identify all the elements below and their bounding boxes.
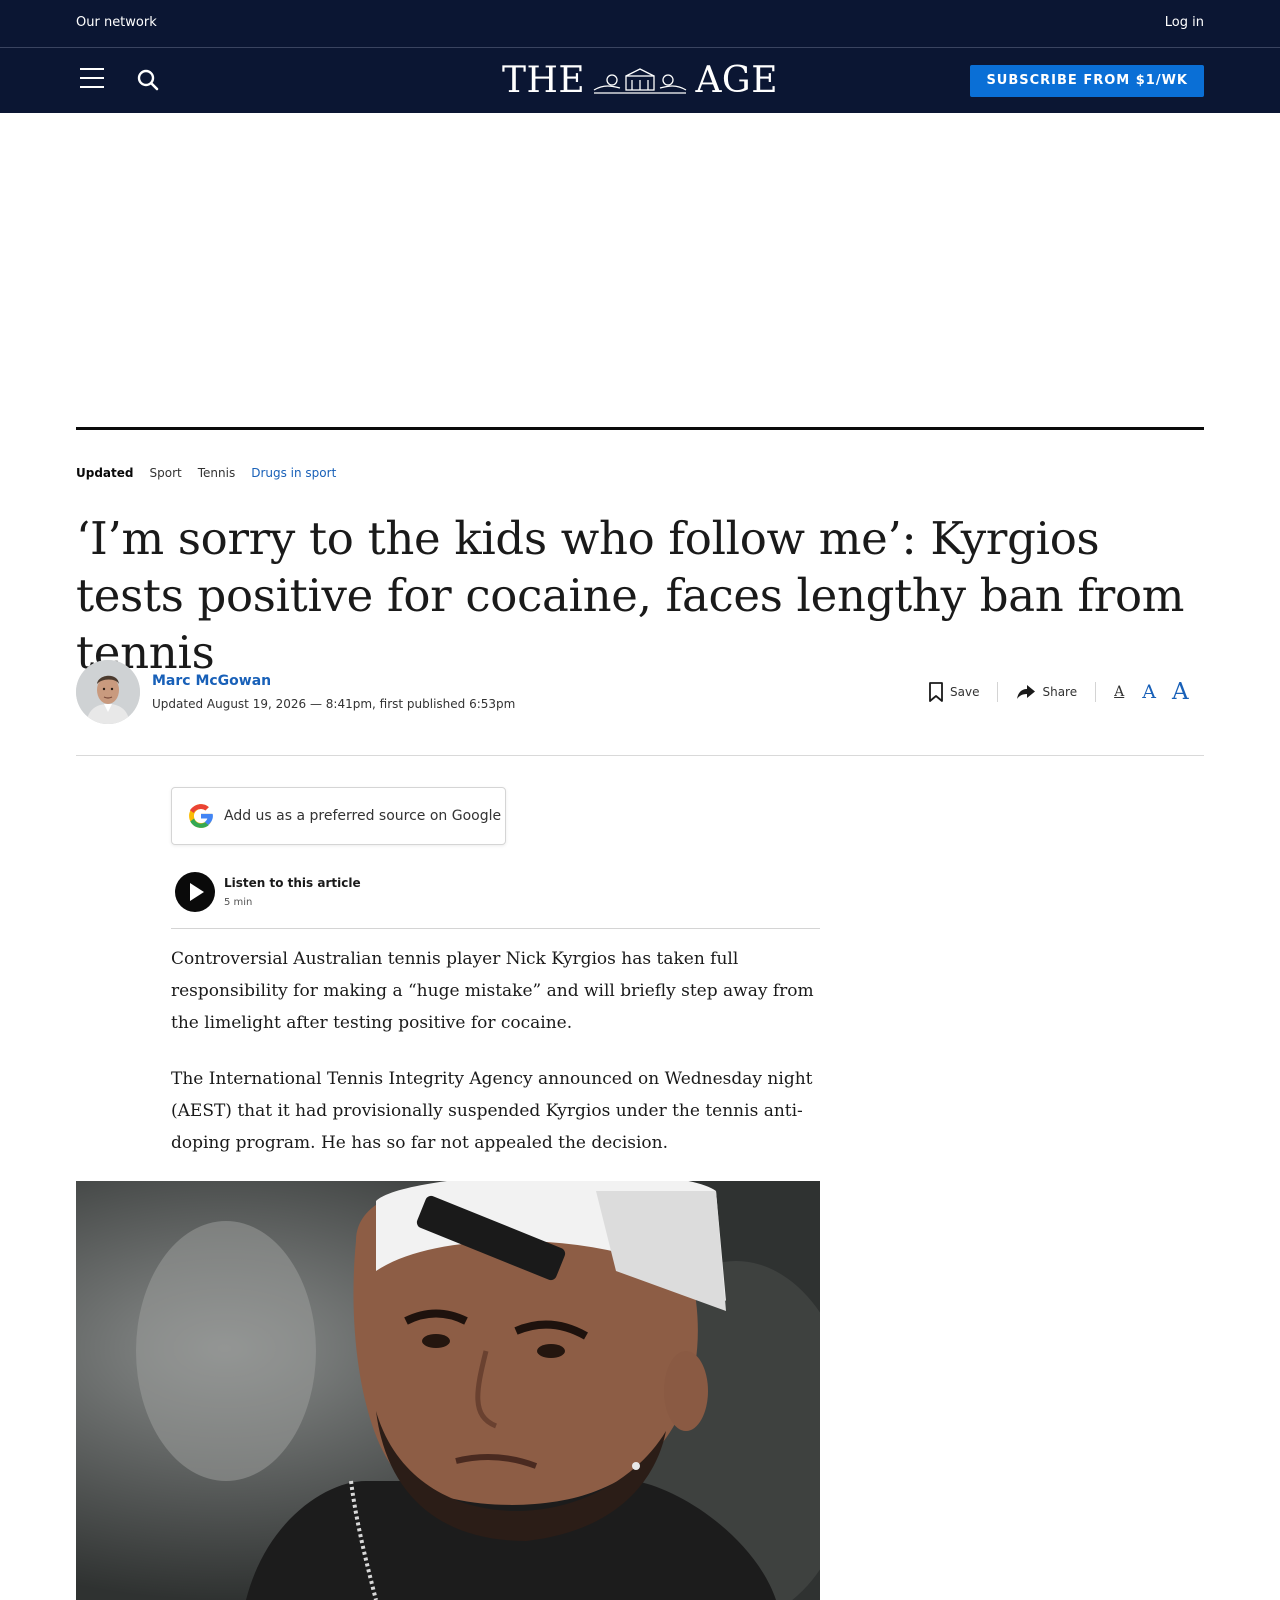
author-name[interactable]: Marc McGowan: [152, 673, 271, 689]
share-icon: [1017, 685, 1036, 699]
share-label: Share: [1042, 685, 1078, 699]
section-divider: [76, 427, 1204, 430]
breadcrumb-tennis[interactable]: Tennis: [198, 466, 235, 480]
breadcrumb: Updated Sport Tennis Drugs in sport: [76, 466, 336, 480]
search-icon[interactable]: [136, 68, 160, 92]
masthead: THE AGE SUBSCRIBE FROM $1/WK: [0, 48, 1280, 113]
menu-icon[interactable]: [80, 68, 104, 90]
tools-divider: [997, 682, 999, 702]
publish-timestamp: Updated August 19, 2026 — 8:41pm, first …: [152, 697, 516, 711]
breadcrumb-sport[interactable]: Sport: [150, 466, 182, 480]
crest-icon: [593, 68, 687, 94]
listen-label[interactable]: Listen to this article: [224, 876, 361, 890]
google-preferred-source-button[interactable]: Add us as a preferred source on Google: [171, 787, 506, 845]
logo-word-the: THE: [502, 60, 586, 101]
byline-divider: [76, 755, 1204, 756]
play-button[interactable]: [175, 872, 215, 912]
article-photo[interactable]: [76, 1181, 820, 1600]
share-button[interactable]: Share: [1016, 684, 1077, 700]
google-button-label: Add us as a preferred source on Google: [224, 808, 502, 824]
author-avatar[interactable]: [76, 660, 140, 724]
font-size-large[interactable]: A: [1172, 679, 1189, 705]
article-tools: Save Share A A A: [928, 679, 1189, 705]
google-g-icon: [189, 804, 213, 828]
breadcrumb-drugs-in-sport[interactable]: Drugs in sport: [251, 466, 336, 480]
audio-divider: [171, 928, 820, 929]
article-paragraph: Controversial Australian tennis player N…: [171, 949, 814, 1033]
article-headline: ‘I’m sorry to the kids who follow me’: K…: [76, 512, 1185, 679]
utility-bar: Our network Log in: [0, 0, 1280, 48]
audio-duration: 5 min: [224, 897, 253, 908]
article-paragraph: The International Tennis Integrity Agenc…: [171, 1069, 813, 1153]
font-size-medium[interactable]: A: [1142, 681, 1156, 703]
subscribe-button[interactable]: SUBSCRIBE FROM $1/WK: [970, 65, 1204, 97]
tools-divider: [1095, 682, 1097, 702]
bookmark-icon: [929, 682, 943, 702]
save-button[interactable]: Save: [928, 682, 979, 702]
save-label: Save: [950, 685, 980, 699]
site-logo[interactable]: THE AGE: [502, 60, 778, 102]
our-network-link[interactable]: Our network: [76, 15, 157, 30]
logo-word-age: AGE: [695, 60, 778, 101]
play-icon: [190, 883, 204, 901]
font-size-small[interactable]: A: [1114, 684, 1124, 700]
ad-slot: [0, 113, 1280, 425]
updated-label: Updated: [76, 466, 134, 480]
login-link[interactable]: Log in: [1165, 15, 1204, 30]
